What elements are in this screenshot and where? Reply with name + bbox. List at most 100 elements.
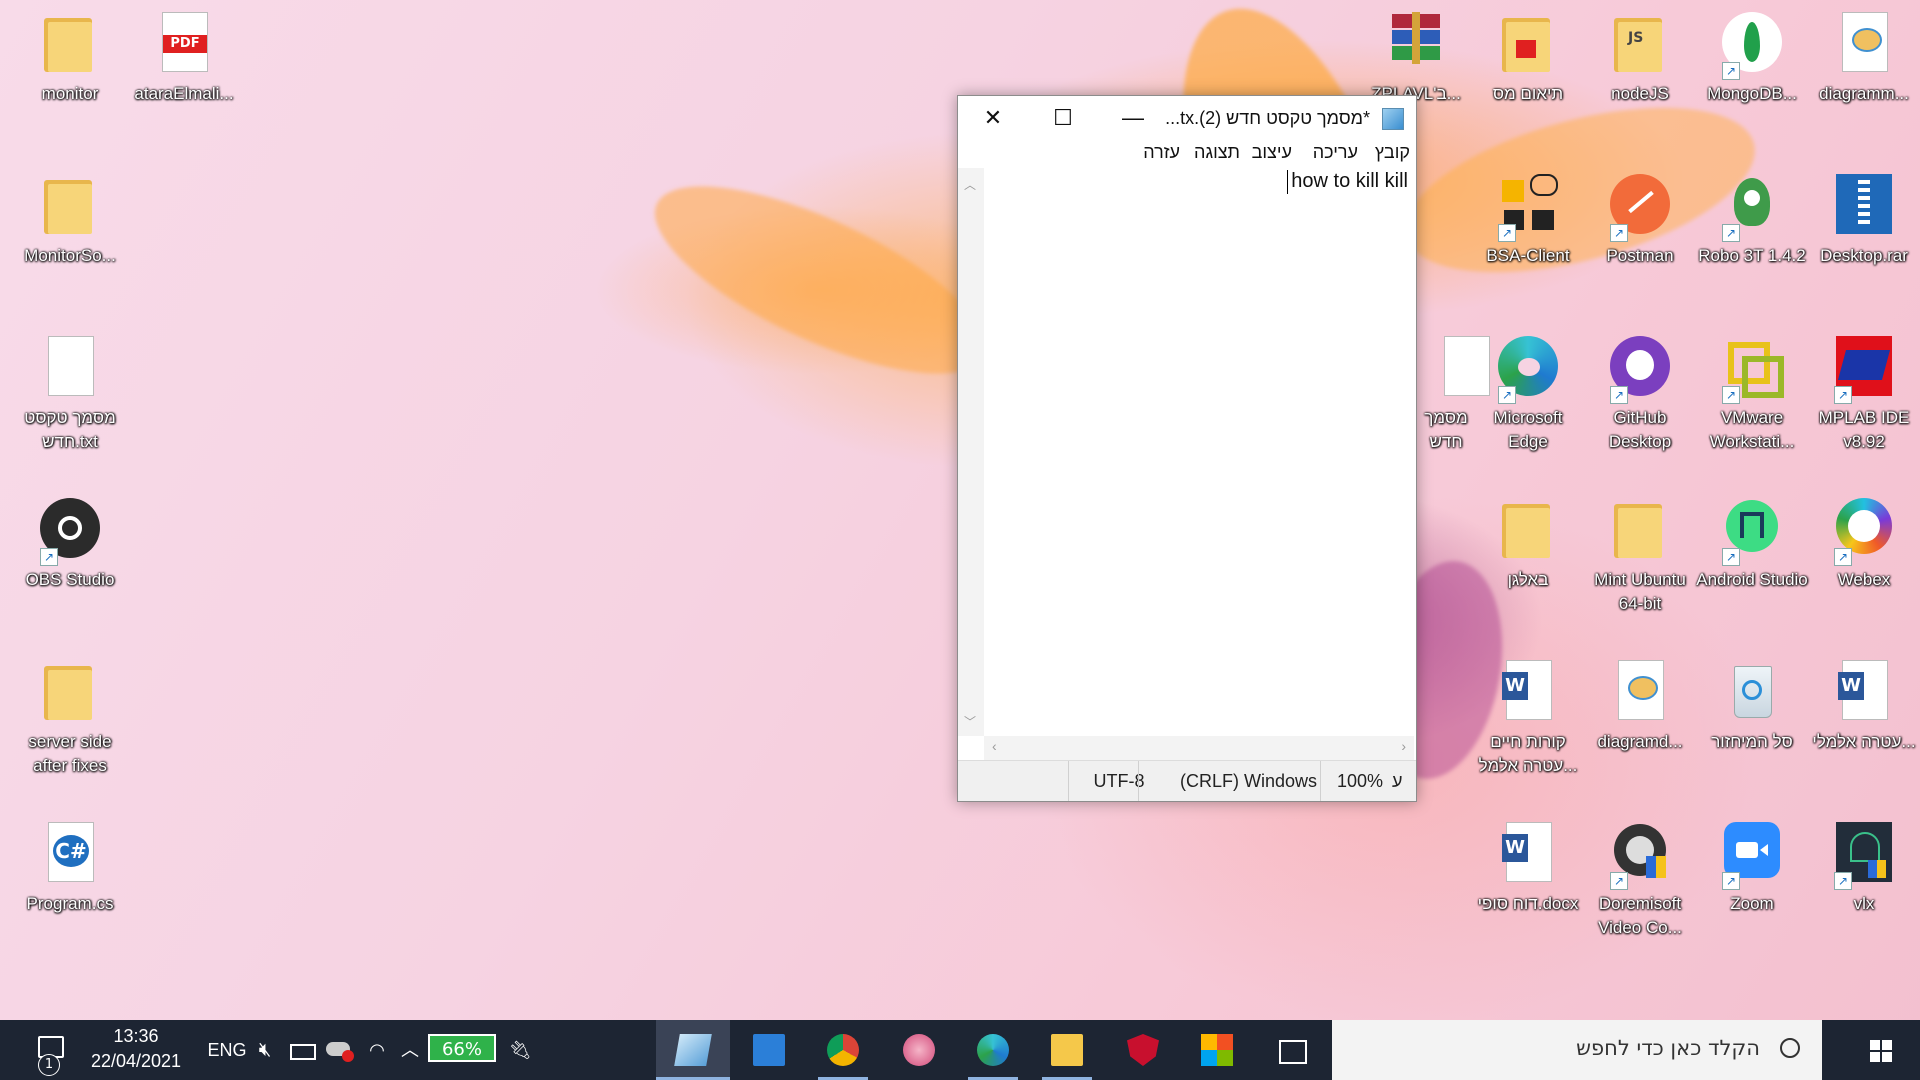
word-file-icon: W (1496, 660, 1560, 724)
taskbar-snip[interactable] (882, 1020, 956, 1080)
desktop-icon-mplab[interactable]: ↗ MPLAB IDE v8.92 (1808, 336, 1920, 454)
battery-meter[interactable]: 66% (428, 1020, 504, 1080)
desktop-icon-tax-coordination[interactable]: תיאום מס (1472, 12, 1584, 106)
archive-icon (1832, 174, 1896, 238)
text-file-icon (38, 336, 102, 400)
maximize-button[interactable]: ☐ (1028, 96, 1098, 140)
clock-time: 13:36 (113, 1026, 159, 1046)
notification-badge: 1 (38, 1054, 60, 1076)
vertical-scrollbar[interactable]: ︿ ﹀ (958, 168, 984, 736)
menu-help[interactable]: עזרה (1143, 142, 1180, 163)
word-file-icon: W (1496, 822, 1560, 886)
desktop-icon-mint-ubuntu[interactable]: Mint Ubuntu 64-bit (1584, 498, 1696, 616)
search-placeholder: הקלד כאן כדי לחפש (1576, 1036, 1760, 1060)
taskbar-task-view[interactable] (1256, 1020, 1330, 1080)
desktop-icon-balagan[interactable]: באלגן (1472, 498, 1584, 592)
desktop-icon-doremisoft[interactable]: ↗ Doremisoft Video Co... (1584, 822, 1696, 940)
desktop-icon-bsa-client[interactable]: ↗ BSA-Client (1472, 174, 1584, 268)
horizontal-scrollbar[interactable]: ‹ › (984, 736, 1414, 760)
taskbar-file-explorer[interactable] (1030, 1020, 1104, 1080)
window-title: *מסמך טקסט חדש (2).tx... (1165, 108, 1370, 128)
search-box[interactable]: הקלד כאן כדי לחפש (1332, 1020, 1822, 1080)
task-view-icon (1279, 1040, 1307, 1064)
taskbar-store[interactable] (1180, 1020, 1254, 1080)
text-editor[interactable]: how to kill kill (984, 168, 1414, 736)
js-folder-icon: JS (1608, 12, 1672, 76)
winrar-icon (1384, 12, 1448, 76)
desktop-icon-atara-word[interactable]: W עטרה אלמלי... (1808, 660, 1920, 754)
desktop-icon-android-studio[interactable]: ↗ Android Studio (1696, 498, 1808, 592)
desktop-icon-robo3t[interactable]: ↗ Robo 3T 1.4.2 (1696, 174, 1808, 268)
windows-logo-icon (1870, 1040, 1892, 1062)
desktop-icon-github-desktop[interactable]: ↗ GitHub Desktop (1584, 336, 1696, 454)
battery-icon[interactable] (286, 1020, 318, 1080)
volume-muted-icon[interactable]: 🔇︎ (250, 1020, 280, 1080)
desktop-icon-webex[interactable]: ↗ Webex (1808, 498, 1920, 592)
taskbar-mcafee[interactable] (1106, 1020, 1180, 1080)
scroll-right-icon[interactable]: › (1401, 738, 1406, 754)
desktop-icon-final-report[interactable]: W דוח סופי.docx (1472, 822, 1584, 916)
desktop-icon-diagramm[interactable]: diagramm... (1808, 12, 1920, 106)
chevron-up-icon[interactable]: ︿ (396, 1020, 424, 1080)
desktop-icon-cv-word[interactable]: W קורות חיים עטרה אלמל... (1472, 660, 1584, 778)
desktop-icon-server-side[interactable]: server side after fixes (14, 660, 126, 778)
folder-icon (38, 174, 102, 238)
taskbar-mail[interactable] (732, 1020, 806, 1080)
desktop-icon-program-cs[interactable]: C# Program.cs (14, 822, 126, 916)
desktop-icon-winrar-archive[interactable]: ZPLAVL'ב... (1360, 12, 1472, 106)
desktop-icon-recycle-bin[interactable]: סל המיחזור (1696, 660, 1808, 754)
desktop-icon-desktop-rar[interactable]: Desktop.rar (1808, 174, 1920, 268)
edge-icon (977, 1034, 1009, 1066)
search-icon (1780, 1038, 1800, 1058)
onedrive-error-icon[interactable] (322, 1020, 358, 1080)
taskbar: 1 13:36 22/04/2021 ENG 🔇︎ ◠ ︿ 66% 🔌︎ הקל… (0, 1020, 1920, 1080)
desktop-icon-diagramd[interactable]: diagramd... (1584, 660, 1696, 754)
notepad-icon (1382, 108, 1404, 130)
action-center-button[interactable]: 1 (10, 1020, 80, 1080)
close-button[interactable]: ✕ (958, 96, 1028, 140)
desktop-icon-text-document[interactable]: מסמך טקסט חדש.txt (14, 336, 126, 454)
folder-icon (38, 660, 102, 724)
edge-icon: ↗ (1496, 336, 1560, 404)
desktop-icon-zoom[interactable]: ↗ Zoom (1696, 822, 1808, 916)
desktop-icon-obs[interactable]: ↗ OBS Studio (14, 498, 126, 592)
clock-date: 22/04/2021 (90, 1051, 182, 1071)
notepad-icon (674, 1034, 712, 1066)
status-line-ending: (CRLF) Windows (1138, 761, 1327, 801)
desktop-icon-vmware[interactable]: ↗ VMware Workstati... (1696, 336, 1808, 454)
mongodb-icon: ↗ (1720, 12, 1784, 80)
desktop-icon-monitorso[interactable]: MonitorSo... (14, 174, 126, 268)
charging-plug-icon[interactable]: 🔌︎ (508, 1020, 532, 1080)
film-reel-icon: ↗ (1608, 822, 1672, 890)
taskbar-chrome[interactable] (806, 1020, 880, 1080)
editor-content[interactable]: how to kill kill (1291, 170, 1408, 193)
taskbar-edge[interactable] (956, 1020, 1030, 1080)
desktop-icon-vlx[interactable]: ↗ vlx (1808, 822, 1920, 916)
menu-format[interactable]: עיצוב (1252, 142, 1292, 163)
recycle-bin-icon (1720, 660, 1784, 724)
taskbar-notepad[interactable] (656, 1020, 730, 1080)
desktop-icon-pdf[interactable]: PDF ataraElmali... (128, 12, 240, 106)
chrome-icon (827, 1034, 859, 1066)
desktop-icon-monitor[interactable]: monitor (14, 12, 126, 106)
window-titlebar[interactable]: ✕ ☐ — *מסמך טקסט חדש (2).tx... (958, 96, 1416, 140)
desktop-icon-nodejs[interactable]: JS nodeJS (1584, 12, 1696, 106)
menu-view[interactable]: תצוגה (1194, 142, 1240, 163)
desktop-icon-microsoft-edge[interactable]: ↗ Microsoft Edge (1472, 336, 1584, 454)
menu-file[interactable]: קובץ (1375, 142, 1410, 163)
desktop-icon-mongodb[interactable]: ↗ MongoDB... (1696, 12, 1808, 106)
desktop-icon-postman[interactable]: ↗ Postman (1584, 174, 1696, 268)
scroll-down-icon[interactable]: ﹀ (964, 713, 976, 730)
wifi-icon[interactable]: ◠ (362, 1020, 392, 1080)
minimize-button[interactable]: — (1098, 96, 1168, 140)
start-button[interactable] (1840, 1020, 1920, 1080)
word-file-icon: W (1832, 660, 1896, 724)
notepad-window[interactable]: ✕ ☐ — *מסמך טקסט חדש (2).tx... קובץ עריכ… (957, 95, 1417, 802)
scroll-up-icon[interactable]: ︿ (964, 176, 976, 193)
snipping-tool-icon (903, 1034, 935, 1066)
scroll-left-icon[interactable]: ‹ (992, 738, 997, 754)
bsa-client-icon: ↗ (1496, 174, 1560, 242)
clock[interactable]: 13:36 22/04/2021 (84, 1020, 188, 1080)
language-indicator[interactable]: ENG (202, 1020, 252, 1080)
menu-edit[interactable]: עריכה (1313, 142, 1358, 163)
